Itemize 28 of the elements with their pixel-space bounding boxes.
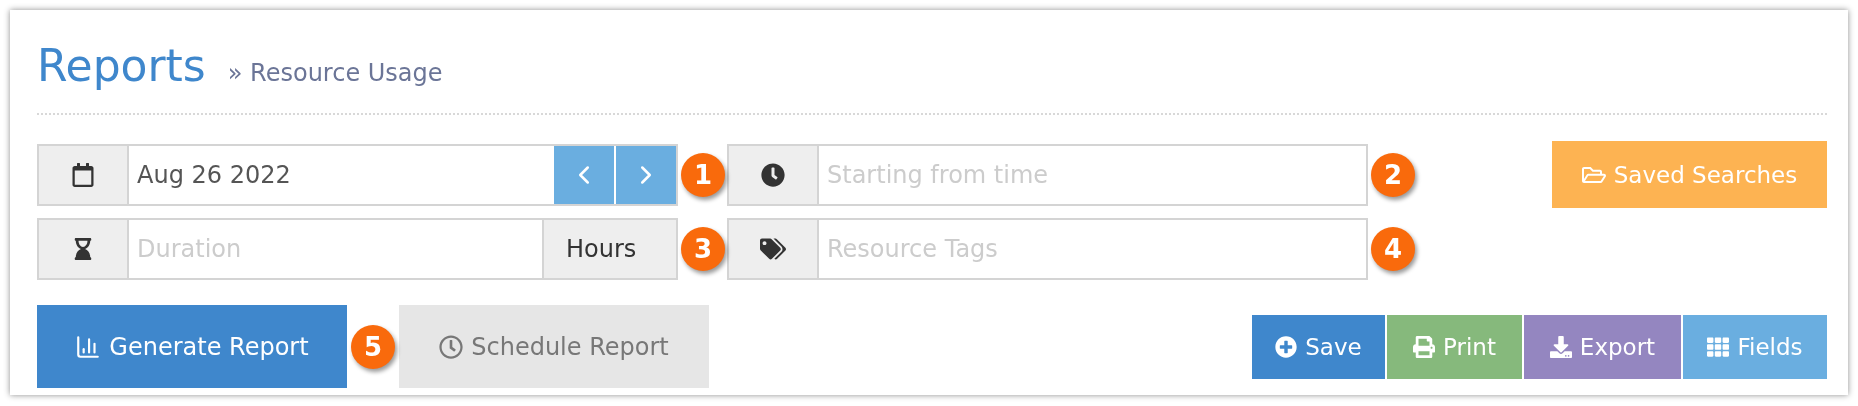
breadcrumb: » Resource Usage xyxy=(227,59,443,87)
generate-report-button[interactable]: Generate Report xyxy=(37,305,347,388)
table-icon xyxy=(1707,335,1730,358)
bar-chart-icon xyxy=(75,333,102,360)
printer-icon xyxy=(1413,335,1436,358)
unit-label: Hours xyxy=(542,220,676,278)
step-badge: 4 xyxy=(1371,227,1415,271)
print-button[interactable]: Print xyxy=(1387,314,1522,379)
export-button[interactable]: Export xyxy=(1524,314,1681,379)
next-button[interactable] xyxy=(614,145,676,204)
previous-button[interactable] xyxy=(552,145,614,204)
calendar-icon xyxy=(71,162,95,187)
date-field[interactable]: Aug 26 2022 xyxy=(129,145,552,204)
save-button[interactable]: Save xyxy=(1252,314,1385,379)
page-title: Reports xyxy=(37,40,206,91)
step-badge: 3 xyxy=(681,227,725,271)
step-badge: 2 xyxy=(1371,152,1415,197)
clock-icon xyxy=(439,334,464,359)
fields-button[interactable]: Fields xyxy=(1683,314,1827,379)
tags-icon xyxy=(760,236,786,262)
hourglass-icon xyxy=(72,238,94,260)
step-badge: 1 xyxy=(681,152,725,197)
date-field-group[interactable]: Aug 26 2022 xyxy=(37,143,678,206)
step-badge: 5 xyxy=(351,324,395,369)
download-icon xyxy=(1549,335,1572,358)
schedule-report-button[interactable]: Schedule Report xyxy=(399,305,709,388)
plus-icon xyxy=(1275,335,1298,358)
clock-icon xyxy=(761,162,785,187)
